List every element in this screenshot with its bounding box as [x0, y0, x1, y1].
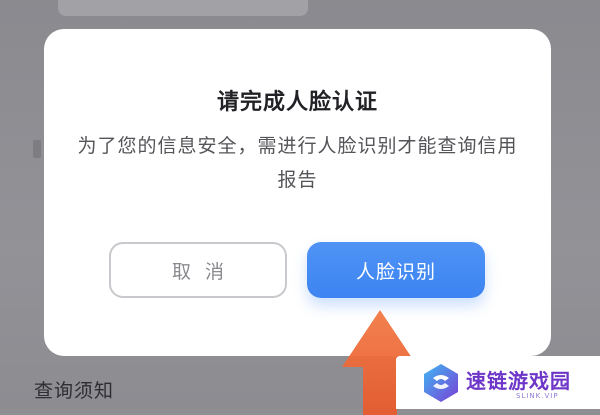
- slink-logo-icon: [424, 364, 458, 402]
- notice-section-title: 查询须知: [34, 380, 115, 402]
- watermark-name: 速链游戏园: [466, 369, 571, 393]
- dialog-title: 请完成人脸认证: [216, 90, 378, 115]
- dialog-message: 为了您的信息安全，需进行人脸识别才能查询信用报告: [77, 135, 518, 191]
- cancel-button[interactable]: 取消: [109, 242, 287, 298]
- background-row-marker: [33, 140, 41, 158]
- background-top-bar: [58, 0, 308, 16]
- face-recognition-button[interactable]: 人脸识别: [307, 242, 485, 298]
- watermark: 速链游戏园 SLINK.VIP: [396, 356, 600, 409]
- watermark-sub: SLINK.VIP: [516, 392, 559, 400]
- face-auth-dialog: 请完成人脸认证 为了您的信息安全，需进行人脸识别才能查询信用报告 取消 人脸识别: [44, 29, 551, 356]
